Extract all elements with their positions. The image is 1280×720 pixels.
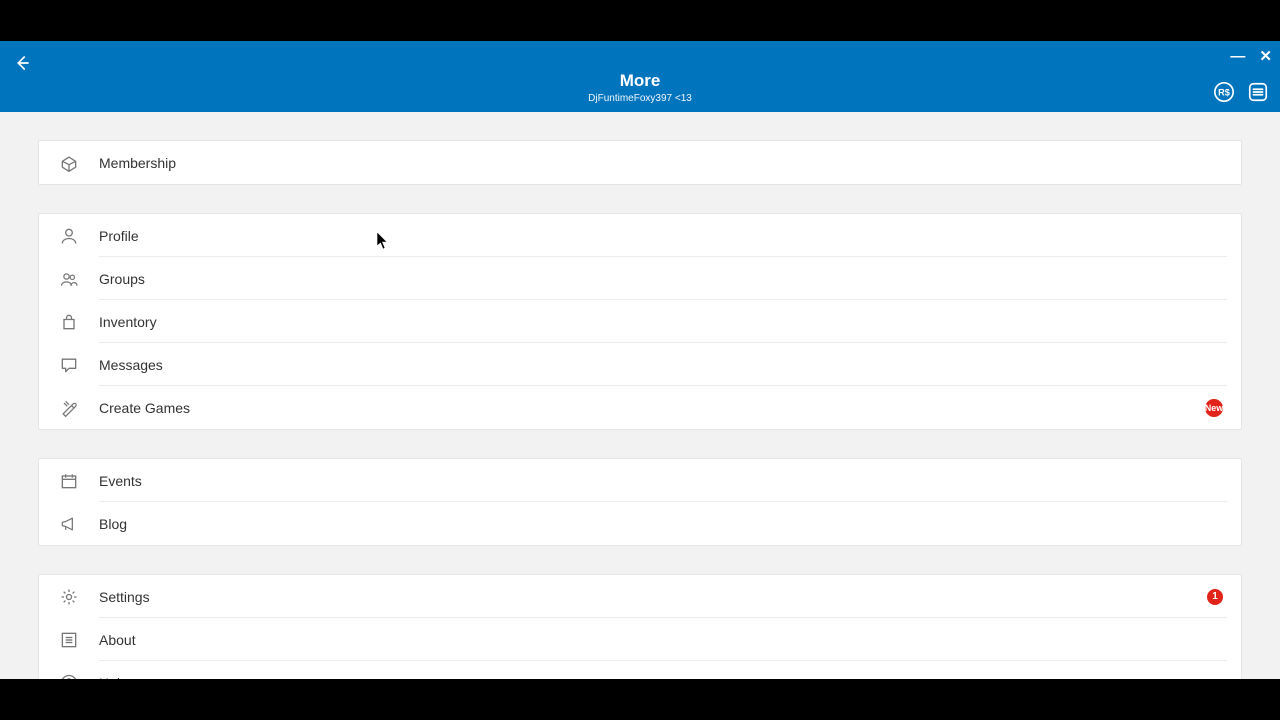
app-window: More DjFuntimeFoxy397 <13 — ✕ R$ [0,41,1280,679]
svg-text:R$: R$ [1218,88,1230,98]
row-messages[interactable]: Messages [39,343,1241,386]
bag-icon [59,312,79,332]
row-blog[interactable]: Blog [39,502,1241,545]
users-icon [59,269,79,289]
new-badge: New [1205,399,1223,417]
arrow-left-icon [13,54,31,72]
message-icon [59,355,79,375]
row-help[interactable]: Help [39,661,1241,679]
row-label: Profile [99,228,139,244]
count-badge: 1 [1207,589,1223,605]
menu-button[interactable] [1246,80,1270,104]
row-label: Blog [99,516,127,532]
window-controls: — ✕ [1230,49,1272,64]
row-label: Groups [99,271,145,287]
header-right-icons: R$ [1212,80,1270,104]
robux-icon: R$ [1213,81,1235,103]
close-button[interactable]: ✕ [1259,49,1272,64]
section-community: Events Blog [38,458,1242,546]
row-settings[interactable]: Settings 1 [39,575,1241,618]
row-label: Inventory [99,314,157,330]
content: Membership Profile Groups [0,112,1280,679]
row-about[interactable]: About [39,618,1241,661]
row-create-games[interactable]: Create Games New [39,386,1241,429]
gear-icon [59,587,79,607]
row-inventory[interactable]: Inventory [39,300,1241,343]
minimize-button[interactable]: — [1230,49,1245,64]
letterbox-bottom [0,679,1280,720]
row-profile[interactable]: Profile [39,214,1241,257]
row-events[interactable]: Events [39,459,1241,502]
section-system: Settings 1 About Help [38,574,1242,679]
builders-club-icon [59,153,79,173]
row-label: Membership [99,155,176,171]
header: More DjFuntimeFoxy397 <13 — ✕ R$ [0,41,1280,112]
row-label: Messages [99,357,163,373]
page-title: More [0,71,1280,91]
row-label: Settings [99,589,150,605]
megaphone-icon [59,514,79,534]
row-label: Create Games [99,400,190,416]
row-label: About [99,632,136,648]
page-subtitle: DjFuntimeFoxy397 <13 [0,93,1280,104]
list-icon [59,630,79,650]
row-membership[interactable]: Membership [39,141,1241,184]
header-title-block: More DjFuntimeFoxy397 <13 [0,71,1280,104]
section-membership: Membership [38,140,1242,185]
robux-button[interactable]: R$ [1212,80,1236,104]
menu-icon [1247,81,1269,103]
user-icon [59,226,79,246]
letterbox-top [0,0,1280,41]
tools-icon [59,398,79,418]
calendar-icon [59,471,79,491]
row-label: Events [99,473,142,489]
row-groups[interactable]: Groups [39,257,1241,300]
section-account: Profile Groups Inventory [38,213,1242,430]
